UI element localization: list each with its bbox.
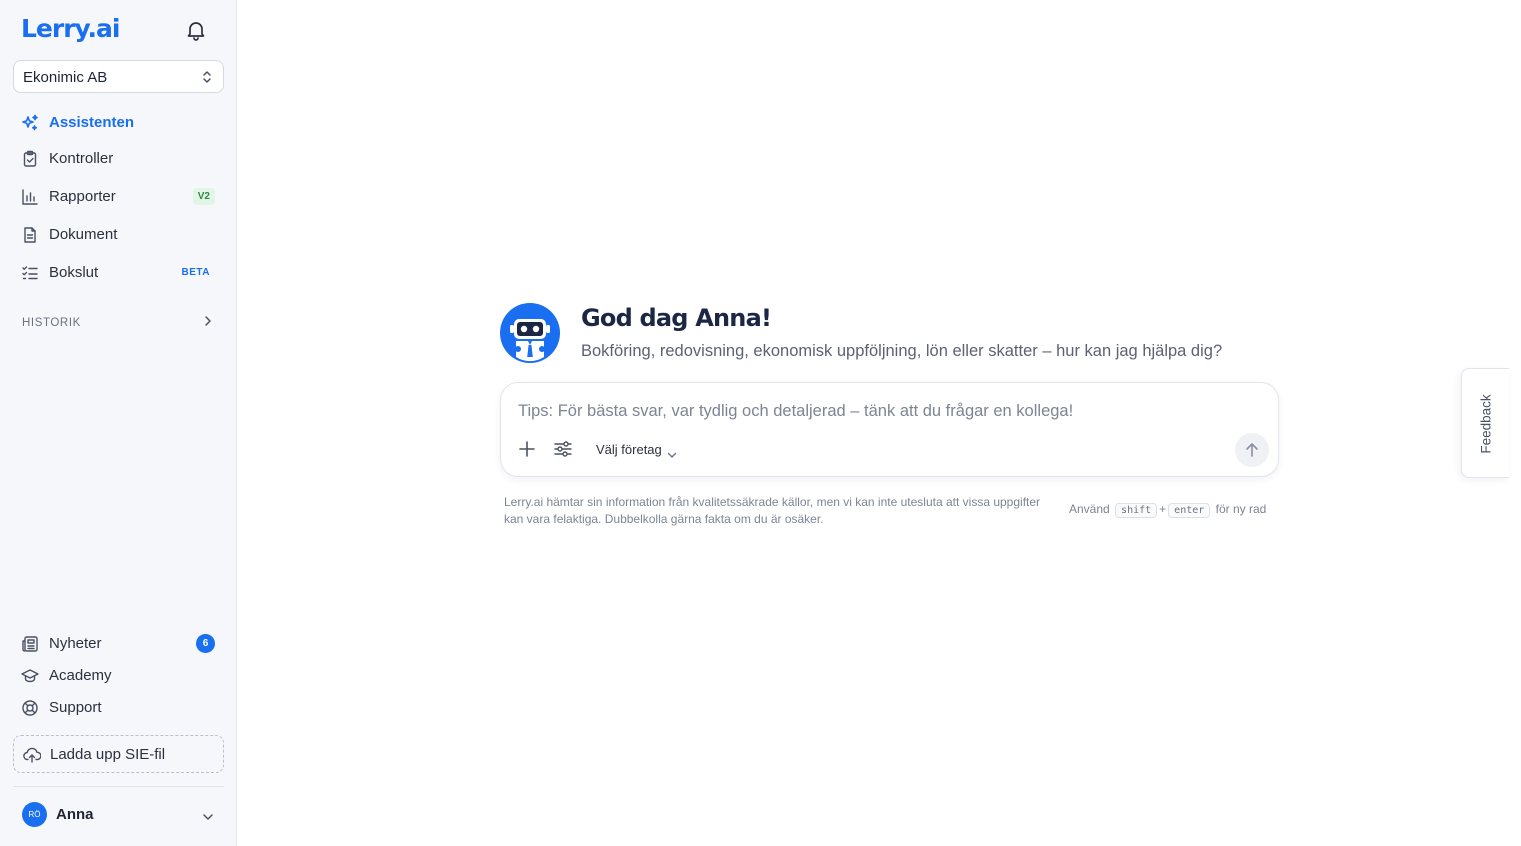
lerry-logo[interactable]: Lerry.ai [21,14,120,43]
company-dropdown-label: Välj företag [596,442,662,457]
history-label: HISTORIK [22,317,81,329]
sidebar-item-dokument[interactable]: Dokument [13,219,224,251]
hint-prefix: Använd [1069,502,1110,516]
sidebar-item-kontroller[interactable]: Kontroller [13,143,224,175]
sidebar-item-label: Kontroller [49,150,114,167]
sidebar-divider [13,786,224,787]
version-badge: V2 [192,188,215,205]
greeting-subtitle: Bokföring, redovisning, ekonomisk uppföl… [581,342,1223,360]
sidebar-item-nyheter[interactable]: Nyheter 6 [13,628,224,660]
feedback-label: Feedback [1478,394,1494,454]
arrow-up-icon [1246,443,1258,457]
user-name: Anna [56,806,94,823]
upload-sie-button[interactable]: Ladda upp SIE-fil [13,735,224,773]
upload-sie-label: Ladda upp SIE-fil [50,746,166,763]
keyboard-hint: Använd shift + enter för ny rad [1069,502,1266,518]
feedback-tab[interactable]: Feedback [1461,368,1509,478]
chevron-right-icon [203,314,213,326]
user-menu[interactable]: RÖ Anna [13,800,224,830]
document-icon [21,226,39,244]
news-count-badge: 6 [196,634,215,653]
shift-key: shift [1115,503,1158,518]
sidebar-item-label: Dokument [49,226,118,243]
sliders-icon[interactable] [553,439,573,459]
sparkle-icon [21,114,39,132]
sidebar-item-academy[interactable]: Academy [13,660,224,692]
sidebar: Lerry.ai Ekonimic AB Assistenten Kontrol… [0,0,237,846]
checklist-icon [21,264,39,282]
company-select-value: Ekonimic AB [23,69,108,86]
history-toggle[interactable]: HISTORIK [22,313,217,329]
disclaimer-text: Lerry.ai hämtar sin information från kva… [504,495,1041,526]
chevron-up-down-icon [201,69,213,85]
hint-suffix: för ny rad [1215,502,1267,516]
sidebar-item-label: Nyheter [49,635,102,652]
company-select[interactable]: Ekonimic AB [13,60,224,93]
chevron-down-icon [667,446,677,458]
company-dropdown[interactable]: Välj företag [596,441,677,459]
chevron-down-icon [202,809,214,820]
enter-key: enter [1168,503,1211,518]
sidebar-item-label: Rapporter [49,188,116,205]
plus-icon[interactable] [517,439,537,459]
avatar: RÖ [22,802,47,827]
assistant-robot-avatar [500,303,560,363]
sidebar-item-assistenten[interactable]: Assistenten [13,107,224,139]
send-button[interactable] [1235,433,1269,467]
sidebar-item-label: Assistenten [49,114,135,131]
newspaper-icon [21,635,39,653]
chat-input[interactable] [518,402,1218,421]
lifebuoy-icon [21,699,39,717]
bar-chart-icon [21,188,39,206]
beta-badge: BETA [181,267,210,278]
clipboard-check-icon [21,150,39,168]
cloud-upload-icon [23,746,42,764]
sidebar-item-label: Academy [49,667,112,684]
sidebar-item-rapporter[interactable]: Rapporter V2 [13,181,224,213]
sidebar-item-support[interactable]: Support [13,692,224,724]
hint-plus: + [1159,502,1167,516]
sidebar-item-label: Bokslut [49,264,99,281]
graduation-cap-icon [21,667,39,685]
greeting-title: God dag Anna! [581,304,772,332]
sidebar-item-label: Support [49,699,102,716]
bell-icon[interactable] [184,18,208,42]
chat-composer: Välj företag [500,382,1279,477]
sidebar-item-bokslut[interactable]: Bokslut BETA [13,257,224,289]
